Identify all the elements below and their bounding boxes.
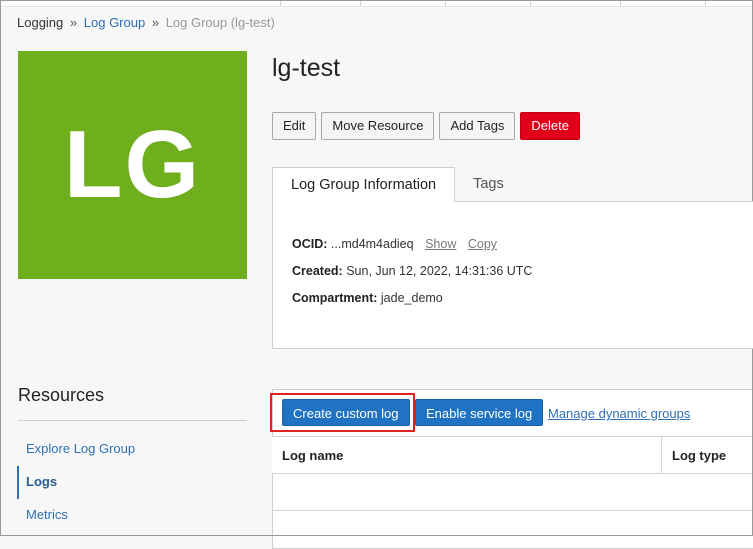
resources-item-logs[interactable]: Logs bbox=[26, 474, 57, 489]
ocid-label: OCID: bbox=[292, 237, 328, 251]
create-custom-log-button[interactable]: Create custom log bbox=[282, 399, 410, 426]
strip-divider bbox=[530, 0, 531, 6]
breadcrumb-separator: » bbox=[69, 15, 78, 30]
tab-log-group-information[interactable]: Log Group Information bbox=[272, 167, 456, 202]
strip-divider bbox=[280, 0, 281, 6]
move-resource-button[interactable]: Move Resource bbox=[321, 112, 435, 140]
manage-dynamic-groups-link[interactable]: Manage dynamic groups bbox=[548, 406, 690, 421]
strip-divider bbox=[445, 0, 446, 6]
logs-table-header: Log name Log type bbox=[272, 436, 753, 474]
resources-item-explore-log-group[interactable]: Explore Log Group bbox=[26, 441, 135, 456]
edit-button[interactable]: Edit bbox=[272, 112, 317, 140]
page-title: lg-test bbox=[272, 54, 341, 82]
compartment-label: Compartment: bbox=[292, 291, 378, 305]
info-panel: OCID: ...md4m4adieq Show Copy Created: S… bbox=[272, 201, 753, 349]
log-group-logo: LG bbox=[18, 51, 247, 279]
breadcrumb-separator: » bbox=[151, 15, 160, 30]
breadcrumb: Logging » Log Group » Log Group (lg-test… bbox=[17, 15, 275, 30]
strip-divider bbox=[705, 0, 706, 6]
add-tags-button[interactable]: Add Tags bbox=[439, 112, 516, 140]
resources-active-indicator bbox=[17, 466, 19, 499]
tab-tags[interactable]: Tags bbox=[455, 167, 522, 202]
strip-divider bbox=[620, 0, 621, 6]
strip-divider bbox=[360, 0, 361, 6]
action-toolbar: Edit Move Resource Add Tags Delete bbox=[272, 112, 580, 140]
breadcrumb-logging: Logging bbox=[17, 15, 64, 30]
breadcrumb-log-group-link[interactable]: Log Group bbox=[84, 15, 145, 30]
ocid-value: ...md4m4adieq bbox=[330, 237, 414, 251]
column-header-log-type[interactable]: Log type bbox=[672, 448, 726, 463]
breadcrumb-current: Log Group (lg-test) bbox=[165, 15, 275, 30]
ocid-show-link[interactable]: Show bbox=[425, 237, 456, 251]
created-row: Created: Sun, Jun 12, 2022, 14:31:36 UTC bbox=[292, 264, 532, 278]
top-strip bbox=[0, 0, 753, 7]
column-divider bbox=[661, 437, 662, 474]
compartment-value: jade_demo bbox=[380, 291, 443, 305]
table-row-divider bbox=[272, 510, 753, 511]
resources-title: Resources bbox=[18, 385, 105, 405]
created-value: Sun, Jun 12, 2022, 14:31:36 UTC bbox=[346, 264, 533, 278]
ocid-row: OCID: ...md4m4adieq Show Copy bbox=[292, 237, 497, 251]
created-label: Created: bbox=[292, 264, 343, 278]
column-header-log-name[interactable]: Log name bbox=[282, 448, 343, 463]
ocid-copy-link[interactable]: Copy bbox=[468, 237, 497, 251]
logo-text: LG bbox=[63, 111, 202, 218]
delete-button[interactable]: Delete bbox=[520, 112, 580, 140]
enable-service-log-button[interactable]: Enable service log bbox=[415, 399, 544, 426]
resources-divider bbox=[18, 420, 247, 421]
compartment-row: Compartment: jade_demo bbox=[292, 291, 443, 305]
detail-tabs: Log Group Information Tags bbox=[272, 167, 522, 202]
resources-item-metrics[interactable]: Metrics bbox=[26, 507, 68, 522]
